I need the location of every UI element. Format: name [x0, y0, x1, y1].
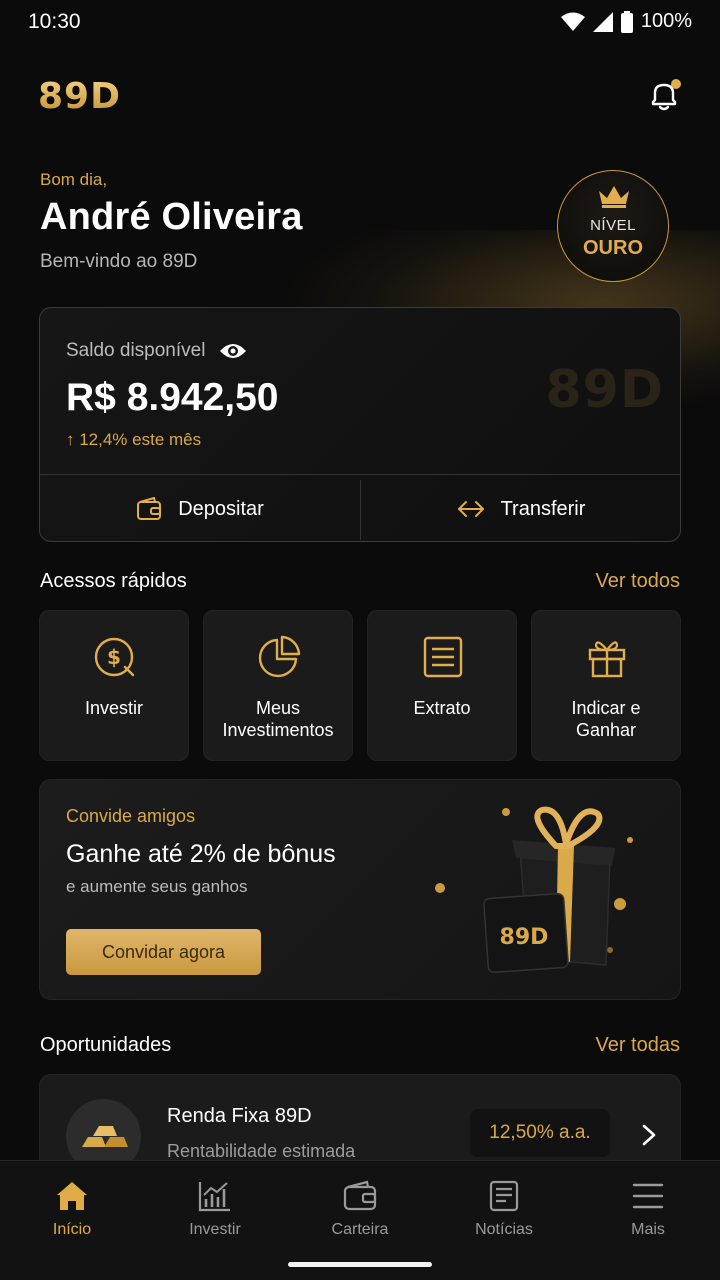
crown-icon [599, 186, 629, 208]
svg-text:$: $ [107, 645, 121, 669]
eye-icon[interactable] [219, 341, 247, 361]
opportunity-rate: 12,50% a.a. [470, 1109, 610, 1157]
nav-label: Início [52, 1221, 92, 1238]
gift-icon [588, 641, 626, 678]
status-bar: 10:30 100% [0, 0, 720, 48]
quick-access-label: Extrato [413, 698, 471, 718]
document-list-icon [423, 636, 463, 678]
nav-label: Notícias [475, 1221, 533, 1238]
invite-banner: Convide amigos Ganhe até 2% de bônus e a… [39, 779, 681, 1000]
greeting-salutation: Bom dia, [40, 170, 108, 189]
home-icon [57, 1182, 87, 1210]
nav-label: Mais [631, 1221, 665, 1238]
opportunities-title: Oportunidades [40, 1034, 172, 1056]
opportunity-title: Renda Fixa 89D [167, 1105, 312, 1127]
quick-access-title: Acessos rápidos [40, 570, 187, 592]
nav-label: Investir [189, 1221, 241, 1238]
battery-icon [620, 10, 633, 33]
quick-access-statement[interactable]: Extrato [367, 610, 517, 761]
notification-dot [671, 79, 681, 89]
balance-card: Saldo disponível R$ 8.942,50 ↑ 12,4% est… [39, 307, 681, 542]
status-time: 10:30 [28, 10, 81, 33]
welcome-text: Bem-vindo ao 89D [40, 251, 198, 272]
user-name: André Oliveira [40, 196, 303, 238]
gift-card-logo: 89D [500, 925, 549, 950]
nav-more[interactable]: Mais [576, 1179, 720, 1239]
chart-icon [198, 1182, 230, 1212]
invite-kicker: Convide amigos [66, 806, 196, 826]
invite-subtext: e aumente seus ganhos [66, 877, 248, 896]
level-label: NÍVEL [590, 217, 636, 234]
signal-icon [592, 11, 613, 32]
logo-watermark: 89D [545, 360, 664, 420]
dollar-coin-icon: $ [94, 637, 135, 677]
nav-wallet[interactable]: Carteira [288, 1179, 432, 1239]
transfer-arrows-icon [457, 501, 484, 517]
balance-change: ↑ 12,4% este mês [66, 430, 202, 449]
quick-access-invest[interactable]: $ Investir [39, 610, 189, 761]
deposit-button[interactable]: Depositar [40, 475, 360, 541]
quick-access-label: Meus Investimentos [222, 698, 334, 740]
pie-chart-icon [258, 635, 301, 678]
quick-access-refer[interactable]: Indicar e Ganhar [531, 610, 681, 761]
notifications-button[interactable] [644, 76, 684, 116]
app-logo: 89D [38, 76, 121, 117]
wallet-icon [137, 497, 162, 520]
quick-access-label: Indicar e Ganhar [571, 698, 641, 740]
menu-icon [632, 1183, 664, 1209]
transfer-button[interactable]: Transferir [361, 475, 680, 541]
opportunity-subtitle: Rentabilidade estimada [167, 1141, 356, 1161]
quick-access-my-investments[interactable]: Meus Investimentos [203, 610, 353, 761]
chevron-right-icon [642, 1124, 656, 1146]
balance-amount: R$ 8.942,50 [66, 376, 279, 419]
nav-label: Carteira [331, 1221, 389, 1238]
opportunities-see-all[interactable]: Ver todas [595, 1034, 680, 1057]
level-badge[interactable]: NÍVEL OURO [557, 170, 669, 282]
quick-access-label: Investir [84, 698, 144, 718]
home-indicator[interactable] [288, 1262, 432, 1267]
transfer-label: Transferir [500, 497, 586, 520]
gift-box-illustration: 89D [435, 806, 633, 974]
invite-now-button[interactable]: Convidar agora [66, 929, 261, 975]
wallet-icon [343, 1180, 377, 1211]
bell-icon [651, 79, 681, 111]
wifi-icon [560, 12, 585, 31]
nav-invest[interactable]: Investir [143, 1179, 287, 1239]
quick-access-see-all[interactable]: Ver todos [595, 570, 680, 593]
nav-news[interactable]: Notícias [432, 1179, 576, 1239]
news-icon [489, 1180, 519, 1212]
battery-level: 100% [640, 10, 692, 32]
deposit-label: Depositar [178, 497, 264, 520]
balance-label: Saldo disponível [66, 340, 206, 361]
nav-home[interactable]: Início [0, 1179, 144, 1239]
invite-headline: Ganhe até 2% de bônus [66, 840, 336, 868]
level-value: OURO [583, 237, 643, 259]
